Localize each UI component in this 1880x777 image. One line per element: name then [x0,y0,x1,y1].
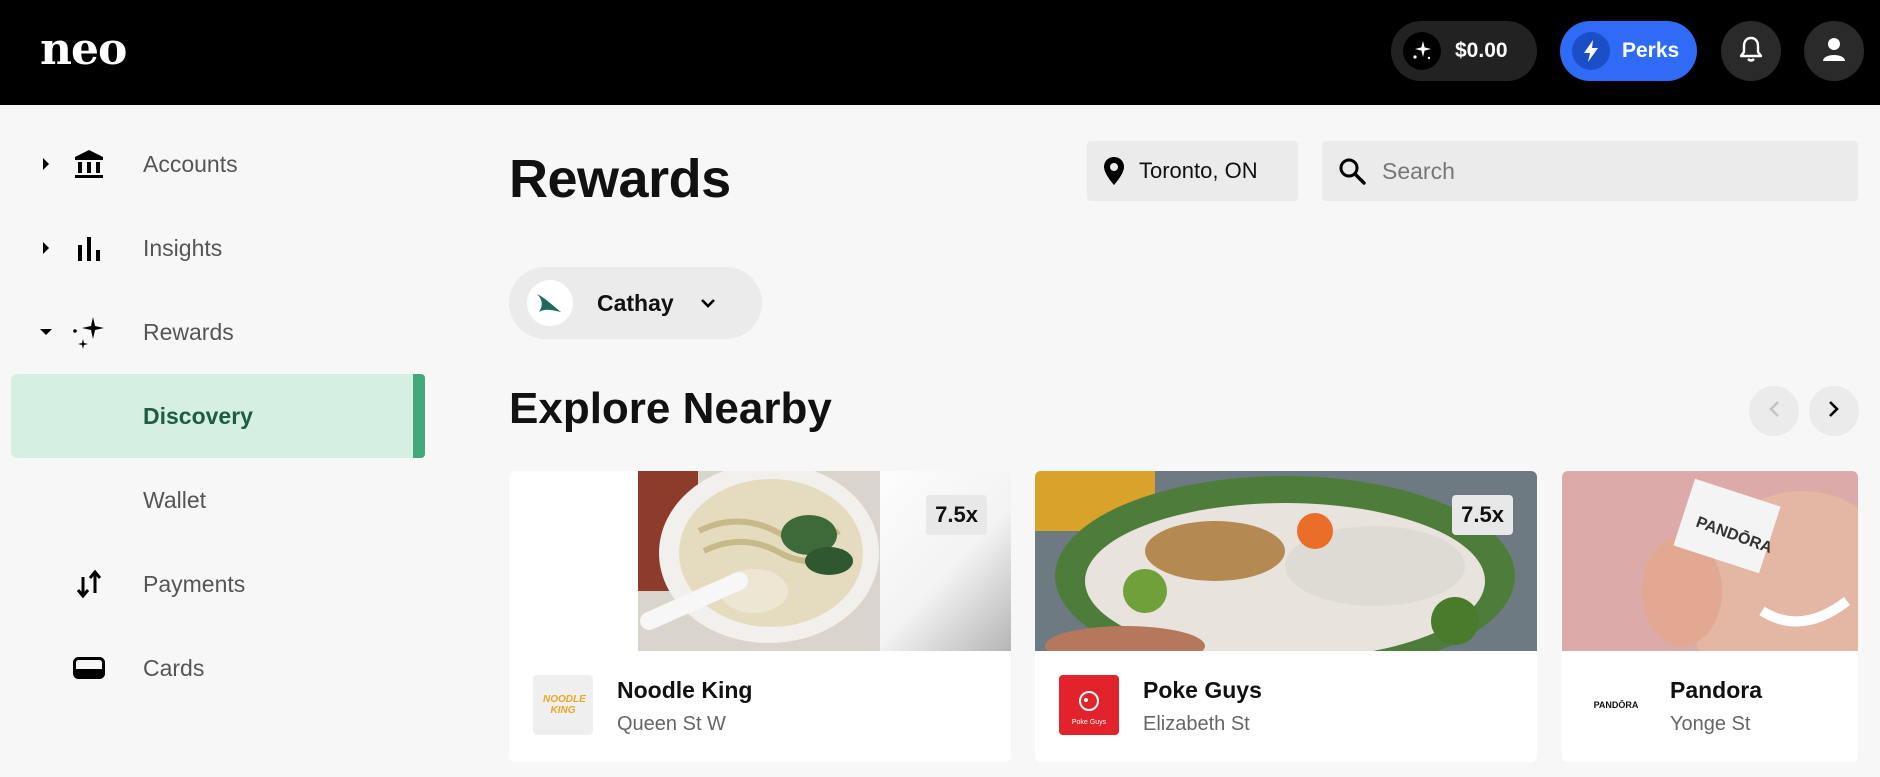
cathay-logo-icon [527,280,573,326]
merchant-street: Yonge St [1670,713,1751,735]
card-icon [72,651,106,685]
logo-text: NOODLE KING [543,694,586,716]
merchant-name: Noodle King [617,677,753,703]
merchant-name: Poke Guys [1143,677,1262,703]
bar-chart-icon [72,231,106,265]
map-pin-icon [1103,156,1125,186]
bell-icon [1738,35,1764,68]
page-title: Rewards [509,149,731,209]
sparkle-icon [1403,32,1441,70]
lightning-icon [1572,32,1610,70]
neo-logo[interactable]: neo [40,24,127,75]
merchant-name: Pandora [1670,677,1763,703]
bank-icon [72,147,106,181]
active-indicator [413,374,425,458]
sidebar-item-label: Cards [143,654,205,681]
caret-right-icon [40,242,52,254]
logo-text: PANDŌRA [1593,700,1639,710]
program-name: Cathay [597,289,674,316]
search-bar[interactable] [1322,141,1858,201]
transfer-arrows-icon [72,567,106,601]
sidebar-item-wallet[interactable]: Wallet [0,458,425,542]
perks-button[interactable]: Perks [1560,21,1697,81]
user-icon [1821,36,1847,67]
location-label: Toronto, ON [1139,158,1258,183]
sidebar-item-accounts[interactable]: Accounts [0,122,425,206]
caret-down-icon [40,326,52,338]
location-selector[interactable]: Toronto, ON [1087,141,1298,201]
carousel-next-button[interactable] [1809,386,1859,436]
chevron-right-icon [1828,400,1840,423]
carousel-prev-button[interactable] [1749,386,1799,436]
sidebar-item-label: Rewards [143,318,234,345]
sparkle-icon [72,315,106,349]
perks-label: Perks [1622,39,1680,62]
sidebar-item-label: Accounts [143,150,238,177]
notifications-button[interactable] [1721,21,1781,81]
merchant-street: Queen St W [617,713,726,735]
caret-right-icon [40,158,52,170]
sidebar-item-discovery[interactable]: Discovery [11,374,425,458]
pandora-logo: PANDŌRA [1586,675,1646,735]
sidebar-item-rewards[interactable]: Rewards [0,290,425,374]
poke-guys-logo: Poke Guys [1059,675,1119,735]
sidebar-item-insights[interactable]: Insights [0,206,425,290]
profile-button[interactable] [1804,21,1864,81]
chevron-down-icon [700,298,716,308]
merchant-card-poke-guys[interactable]: 7.5x Poke Guys Poke Guys Elizabeth St [1035,471,1537,762]
sidebar-item-label: Wallet [143,486,207,513]
sidebar-item-label: Discovery [143,402,253,429]
top-bar: neo $0.00 Perks [0,0,1880,105]
noodle-king-logo: NOODLE KING [533,675,593,735]
sidebar-item-cards[interactable]: Cards [0,626,425,710]
search-icon [1338,157,1366,185]
merchant-card-pandora[interactable]: PANDŌRA PANDŌRA Pandora Yonge St [1562,471,1858,762]
sidebar: Accounts Insights Rewards Discovery Wall… [0,105,440,777]
merchant-street: Elizabeth St [1143,713,1250,735]
logo-text: Poke Guys [1071,719,1107,726]
chevron-left-icon [1768,400,1780,423]
merchant-card-noodle-king[interactable]: 7.5x NOODLE KING Noodle King Queen St W [509,471,1011,762]
balance-amount: $0.00 [1455,39,1508,62]
multiplier-badge: 7.5x [1452,495,1513,535]
sidebar-item-label: Insights [143,234,223,261]
rewards-balance-button[interactable]: $0.00 [1391,21,1537,81]
sidebar-item-label: Payments [143,570,246,597]
search-input[interactable] [1382,157,1822,185]
section-title: Explore Nearby [509,384,832,433]
multiplier-badge: 7.5x [926,495,987,535]
merchant-photo: PANDŌRA [1562,471,1858,651]
rewards-program-selector[interactable]: Cathay [509,267,762,339]
sidebar-item-payments[interactable]: Payments [0,542,425,626]
